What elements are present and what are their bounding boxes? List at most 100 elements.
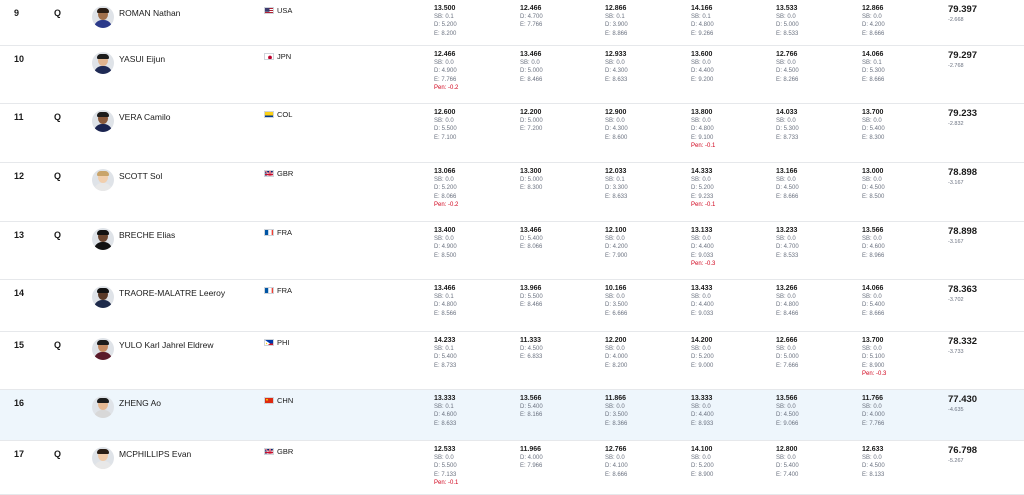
- apparatus-score: 11.766 SB: 0.0 D: 4.000 E: 7.766: [862, 394, 885, 428]
- athlete-name[interactable]: SCOTT Sol: [119, 171, 162, 181]
- apparatus-score: 13.500 SB: 0.1 D: 5.200 E: 8.200: [434, 4, 457, 38]
- score-e: E: 7.100: [434, 134, 457, 141]
- table-row[interactable]: 11 Q VERA Camilo COL 12.600 SB: 0.0 D: 5.…: [0, 104, 1024, 163]
- apparatus-score: 11.333 D: 4.500 E: 6.833: [520, 336, 543, 362]
- score-d: D: 3.900: [605, 22, 628, 29]
- score-value: 13.566: [776, 395, 798, 402]
- score-e: E: 8.900: [862, 362, 885, 369]
- score-value: 12.900: [605, 109, 627, 116]
- score-e: E: 8.500: [434, 252, 457, 259]
- table-row[interactable]: 17 Q MCPHILLIPS Evan GBR 12.533 SB: 0.0 D…: [0, 441, 1024, 495]
- apparatus-score: 13.400 SB: 0.0 D: 4.900 E: 8.500: [434, 226, 457, 260]
- score-e: E: 9.066: [776, 420, 799, 427]
- athlete-name[interactable]: YULO Karl Jahrel Eldrew: [119, 340, 213, 350]
- gap-to-leader: -3.702: [948, 297, 964, 303]
- score-e: E: 9.200: [691, 76, 714, 83]
- score-e: E: 6.666: [605, 310, 628, 317]
- score-sb: D: 5.400: [520, 404, 543, 410]
- gap-to-leader: -3.733: [948, 349, 964, 355]
- total-score: 79.233 -2.832: [948, 108, 977, 128]
- total-score: 78.898 -3.167: [948, 167, 977, 187]
- athlete-name[interactable]: MCPHILLIPS Evan: [119, 449, 191, 459]
- score-value: 13.700: [862, 337, 884, 344]
- flag-icon: [264, 287, 274, 294]
- score-sb: D: 4.700: [520, 14, 543, 20]
- score-d: D: 5.200: [691, 354, 714, 361]
- score-sb: SB: 0.0: [776, 118, 796, 124]
- table-row[interactable]: 13 Q BRECHE Elias FRA 13.400 SB: 0.0 D: 4…: [0, 222, 1024, 280]
- table-row[interactable]: 10 YASUI Eijun JPN 12.466 SB: 0.0 D: 4.9…: [0, 46, 1024, 104]
- apparatus-score: 12.766 SB: 0.0 D: 4.100 E: 8.666: [605, 445, 628, 479]
- score-sb: SB: 0.0: [520, 60, 540, 66]
- score-e: E: 8.666: [605, 471, 628, 478]
- score-e: E: 8.933: [691, 420, 714, 427]
- score-value: 13.266: [776, 285, 798, 292]
- flag-icon: [264, 397, 274, 404]
- table-row[interactable]: 14 TRAORE-MALATRE Leeroy FRA 13.466 SB: …: [0, 280, 1024, 332]
- qualified-mark: Q: [54, 8, 62, 18]
- score-e: E: 8.633: [434, 420, 457, 427]
- score-e: E: 9.033: [691, 252, 714, 259]
- apparatus-score: 14.166 SB: 0.1 D: 4.800 E: 9.266: [691, 4, 714, 38]
- athlete-name[interactable]: ROMAN Nathan: [119, 8, 180, 18]
- total-value: 79.397: [948, 4, 978, 15]
- country: GBR: [264, 169, 293, 178]
- apparatus-score: 12.466 D: 4.700 E: 7.766: [520, 4, 543, 30]
- athlete-name[interactable]: TRAORE-MALATRE Leeroy: [119, 288, 225, 298]
- table-row[interactable]: 16 ZHENG Ao CHN 13.333 SB: 0.1 D: 4.600 …: [0, 390, 1024, 441]
- score-d: D: 4.700: [776, 244, 799, 251]
- athlete-avatar: [92, 286, 114, 308]
- athlete-name[interactable]: BRECHE Elias: [119, 230, 175, 240]
- athlete-name[interactable]: ZHENG Ao: [119, 398, 161, 408]
- apparatus-score: 12.866 SB: 0.1 D: 3.900 E: 8.866: [605, 4, 628, 38]
- score-sb: SB: 0.0: [862, 118, 882, 124]
- score-e: E: 9.000: [691, 362, 714, 369]
- gap-to-leader: -2.768: [948, 63, 964, 69]
- penalty: Pen: -0.3: [691, 261, 716, 268]
- score-sb: D: 5.000: [520, 118, 543, 124]
- athlete-avatar: [92, 52, 114, 74]
- table-row[interactable]: 9 Q ROMAN Nathan USA 13.500 SB: 0.1 D: 5.…: [0, 0, 1024, 46]
- score-e: E: 7.400: [776, 471, 799, 478]
- score-value: 13.066: [434, 168, 456, 175]
- apparatus-score: 14.200 SB: 0.0 D: 5.200 E: 9.000: [691, 336, 714, 370]
- score-d: D: 4.000: [862, 412, 885, 419]
- score-sb: SB: 0.0: [605, 294, 625, 300]
- score-value: 14.100: [691, 446, 713, 453]
- gap-to-leader: -3.167: [948, 239, 964, 245]
- total-value: 78.898: [948, 167, 978, 178]
- athlete-name[interactable]: YASUI Eijun: [119, 54, 165, 64]
- score-d: D: 4.000: [605, 354, 628, 361]
- score-d: D: 5.500: [434, 463, 457, 470]
- apparatus-score: 12.933 SB: 0.0 D: 4.300 E: 8.633: [605, 50, 628, 84]
- score-value: 12.800: [776, 446, 798, 453]
- table-row[interactable]: 15 Q YULO Karl Jahrel Eldrew PHI 14.233 S…: [0, 332, 1024, 390]
- score-d: D: 5.300: [776, 126, 799, 133]
- total-value: 76.798: [948, 445, 978, 456]
- score-d: D: 4.400: [691, 68, 714, 75]
- athlete-name[interactable]: VERA Camilo: [119, 112, 171, 122]
- score-value: 13.133: [691, 227, 713, 234]
- table-row[interactable]: 12 Q SCOTT Sol GBR 13.066 SB: 0.0 D: 5.20…: [0, 163, 1024, 222]
- score-sb: SB: 0.0: [605, 346, 625, 352]
- score-value: 14.333: [691, 168, 713, 175]
- score-sb: SB: 0.0: [605, 455, 625, 461]
- rank: 9: [14, 8, 20, 18]
- score-sb: SB: 0.0: [776, 346, 796, 352]
- score-value: 12.200: [520, 109, 542, 116]
- score-e: E: 8.466: [776, 310, 799, 317]
- penalty: Pen: -0.2: [434, 85, 459, 92]
- score-e: E: 9.033: [691, 310, 714, 317]
- total-score: 77.430 -4.635: [948, 394, 977, 414]
- total-value: 78.363: [948, 284, 978, 295]
- score-e: E: 8.566: [434, 310, 457, 317]
- score-value: 13.466: [520, 51, 542, 58]
- score-d: D: 3.300: [605, 185, 628, 192]
- country-code: FRA: [277, 286, 292, 295]
- score-value: 14.200: [691, 337, 713, 344]
- total-value: 79.233: [948, 108, 978, 119]
- score-sb: SB: 0.0: [862, 294, 882, 300]
- total-value: 78.332: [948, 336, 978, 347]
- score-d: D: 4.300: [605, 68, 628, 75]
- score-sb: SB: 0.0: [862, 404, 882, 410]
